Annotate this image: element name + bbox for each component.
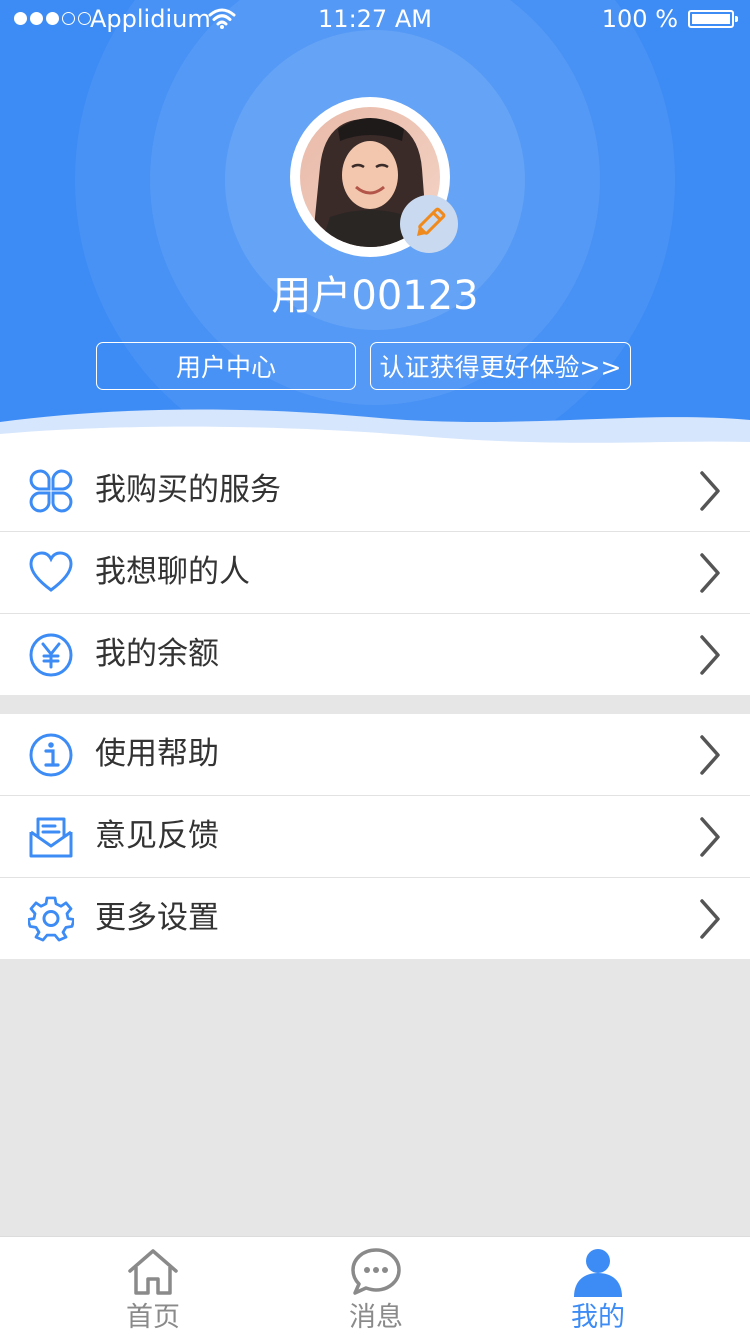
tab-home[interactable]: 首页 — [73, 1237, 233, 1335]
menu-item-help[interactable]: 使用帮助 — [0, 714, 750, 796]
menu-item-label: 我想聊的人 — [95, 554, 250, 590]
tab-mine[interactable]: 我的 — [518, 1237, 678, 1335]
chevron-right-icon — [700, 553, 720, 593]
username: 用户00123 — [271, 273, 479, 319]
menu-item-label: 更多设置 — [95, 900, 219, 936]
chevron-right-icon — [700, 735, 720, 775]
heart-icon — [29, 551, 73, 592]
status-bar: Applidium 11:27 AM 100 % — [0, 0, 750, 40]
chevron-right-icon — [700, 899, 720, 939]
menu-item-purchased-services[interactable]: 我购买的服务 — [0, 450, 750, 532]
menu-item-feedback[interactable]: 意见反馈 — [0, 796, 750, 878]
user-icon — [574, 1249, 622, 1297]
yen-icon — [29, 633, 73, 677]
menu-item-label: 使用帮助 — [95, 736, 219, 772]
battery-percent: 100 % — [601, 5, 678, 33]
tab-bar: 首页 消息 我的 — [0, 1236, 750, 1335]
menu-item-chat-people[interactable]: 我想聊的人 — [0, 532, 750, 614]
mail-icon — [29, 817, 73, 858]
tab-messages[interactable]: 消息 — [296, 1237, 456, 1335]
menu-item-label: 我购买的服务 — [95, 472, 281, 508]
tab-home-label: 首页 — [126, 1302, 180, 1333]
chevron-right-icon — [700, 471, 720, 511]
verify-button[interactable]: 认证获得更好体验>> — [370, 342, 631, 390]
chevron-right-icon — [700, 817, 720, 857]
info-icon — [29, 733, 73, 777]
menu-item-label: 我的余额 — [95, 636, 219, 672]
header-wave — [0, 409, 750, 450]
menu-group-primary: 我购买的服务 我想聊的人 我的余额 — [0, 450, 750, 695]
menu-item-settings[interactable]: 更多设置 — [0, 878, 750, 959]
gear-icon — [28, 896, 74, 942]
battery-icon — [688, 10, 738, 28]
chat-bubble-icon — [351, 1248, 401, 1295]
menu-item-label: 意见反馈 — [95, 818, 219, 854]
user-center-button[interactable]: 用户中心 — [96, 342, 356, 390]
clover-grid-icon — [29, 469, 73, 513]
tab-messages-label: 消息 — [349, 1302, 403, 1333]
edit-avatar-button[interactable] — [400, 195, 458, 253]
pencil-icon — [416, 207, 446, 237]
home-icon — [128, 1249, 178, 1295]
tab-mine-label: 我的 — [571, 1302, 625, 1333]
menu-item-balance[interactable]: 我的余额 — [0, 614, 750, 695]
menu-group-secondary: 使用帮助 意见反馈 更多设置 — [0, 714, 750, 959]
chevron-right-icon — [700, 635, 720, 675]
